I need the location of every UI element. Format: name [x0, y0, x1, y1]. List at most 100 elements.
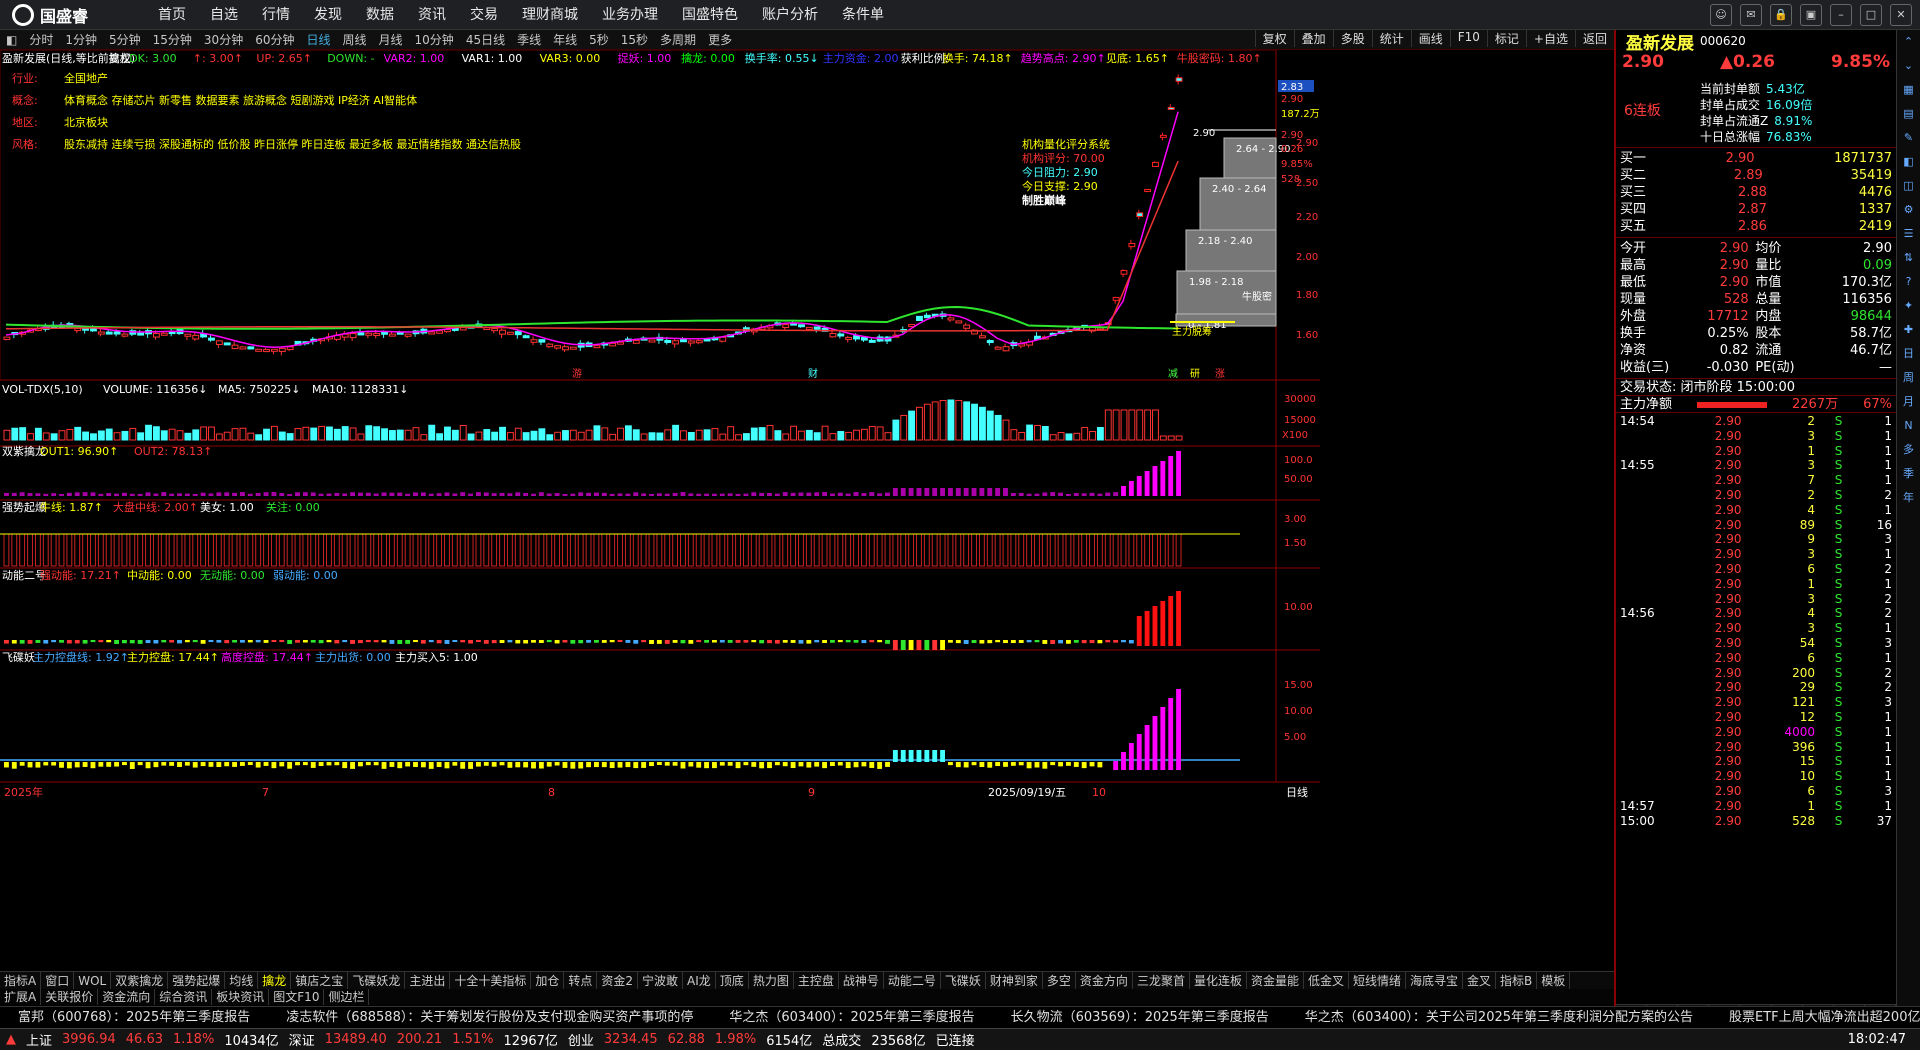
news-item[interactable]: 华之杰（603400）：2025年第三季度报告: [711, 1007, 992, 1028]
order-book-row[interactable]: 买五 2.86 2419: [1616, 218, 1896, 235]
indicator-tab[interactable]: 加仓: [531, 972, 565, 989]
indicator-tab[interactable]: 十全十美指标: [450, 972, 532, 989]
extension-tab[interactable]: 扩展A: [0, 989, 42, 1005]
indicator-tab[interactable]: 指标A: [0, 972, 42, 989]
top-menu-item[interactable]: 国盛特色: [670, 0, 750, 30]
kline-chart-area[interactable]: 盈新发展(日线,等比前复权)擒龙DK: 3.00 ↑: 3.00↑ UP: 2.65…: [0, 50, 1568, 955]
extension-tab[interactable]: 综合资讯: [155, 989, 213, 1005]
order-book-row[interactable]: 买二 2.89 35419: [1616, 167, 1896, 184]
side-icon[interactable]: ▤: [1897, 102, 1920, 126]
top-menu-item[interactable]: 账户分析: [750, 0, 830, 30]
side-icon[interactable]: 周: [1897, 366, 1920, 390]
top-menu-item[interactable]: 条件单: [830, 0, 896, 30]
period-tab[interactable]: 45日线: [460, 31, 511, 48]
period-tab[interactable]: 周线: [337, 31, 373, 48]
indicator-tab[interactable]: 模板: [1537, 972, 1571, 989]
indicator-tab[interactable]: 均线: [225, 972, 259, 989]
top-menu-item[interactable]: 业务办理: [590, 0, 670, 30]
side-icon[interactable]: ◫: [1897, 174, 1920, 198]
chart-tool-button[interactable]: 叠加: [1293, 30, 1333, 47]
extension-tab[interactable]: 资金流向: [98, 989, 156, 1005]
top-menu-item[interactable]: 资讯: [406, 0, 458, 30]
top-menu-item[interactable]: 行情: [250, 0, 302, 30]
side-icon[interactable]: 季: [1897, 462, 1920, 486]
top-menu-item[interactable]: 交易: [458, 0, 510, 30]
indicator-tab[interactable]: 转点: [564, 972, 598, 989]
indicator-tab[interactable]: 量化连板: [1190, 972, 1247, 989]
indicator-tab[interactable]: 镇店之宝: [291, 972, 349, 989]
side-icon[interactable]: ✚: [1897, 318, 1920, 342]
indicator-tab[interactable]: 飞碟妖龙: [348, 972, 406, 989]
indicator-tab[interactable]: 战神号: [839, 972, 884, 989]
indicator-tab[interactable]: 主控盘: [794, 972, 839, 989]
top-menu-item[interactable]: 发现: [302, 0, 354, 30]
extension-tab[interactable]: 板块资讯: [212, 989, 270, 1005]
news-item[interactable]: 凌志软件（688588）：关于筹划发行股份及支付现金购买资产事项的停: [268, 1007, 711, 1028]
indicator-tab[interactable]: 强势起爆: [168, 972, 226, 989]
lock-icon[interactable]: 🔒: [1770, 4, 1792, 26]
indicator-tab[interactable]: 热力图: [749, 972, 794, 989]
indicator-tab[interactable]: 窗口: [41, 972, 75, 989]
chart-tool-button[interactable]: 画线: [1410, 30, 1450, 47]
order-book-row[interactable]: 买一 2.90 1871737: [1616, 150, 1896, 167]
top-menu-item[interactable]: 数据: [354, 0, 406, 30]
side-icon[interactable]: ▦: [1897, 78, 1920, 102]
order-book-row[interactable]: 买三 2.88 4476: [1616, 184, 1896, 201]
side-icon[interactable]: ?: [1897, 270, 1920, 294]
indicator-tab[interactable]: 飞碟妖: [941, 972, 986, 989]
period-tab[interactable]: 1分钟: [59, 31, 103, 48]
news-item[interactable]: 富邦（600768）：2025年第三季度报告: [0, 1007, 268, 1028]
indicator-tab[interactable]: 多空: [1043, 972, 1076, 989]
panel-toggle-icon[interactable]: ◧: [0, 33, 23, 47]
side-icon[interactable]: ☰: [1897, 222, 1920, 246]
news-item[interactable]: 股票ETF上周大幅净流出超200亿，券商ETF、商品ETF均“吸金”: [1711, 1007, 1920, 1028]
indicator-tab[interactable]: 顶底: [716, 972, 749, 989]
period-tab[interactable]: 60分钟: [249, 31, 300, 48]
chart-tool-button[interactable]: 复权: [1254, 30, 1294, 47]
indicator-tab[interactable]: 金叉: [1463, 972, 1497, 989]
app-logo[interactable]: 国盛睿: [12, 3, 132, 27]
side-icon[interactable]: 年: [1897, 486, 1920, 510]
period-tab[interactable]: 年线: [547, 31, 583, 48]
side-icon[interactable]: ◧: [1897, 150, 1920, 174]
period-tab[interactable]: 10分钟: [409, 31, 460, 48]
period-tab[interactable]: 日线: [300, 31, 336, 48]
period-tab[interactable]: 月线: [373, 31, 409, 48]
indicator-tab[interactable]: 资金2: [597, 972, 639, 989]
chart-tool-button[interactable]: 标记: [1486, 30, 1526, 47]
period-tab[interactable]: 30分钟: [198, 31, 249, 48]
period-tab[interactable]: 5秒: [583, 31, 615, 48]
indicator-tab[interactable]: 擒龙: [258, 972, 292, 989]
period-tab[interactable]: 15分钟: [147, 31, 198, 48]
indicator-tab[interactable]: 指标B: [1496, 972, 1538, 989]
period-tab[interactable]: 更多: [702, 31, 738, 48]
chat-icon[interactable]: ☺: [1710, 4, 1732, 26]
side-icon[interactable]: ✎: [1897, 126, 1920, 150]
indicator-tab[interactable]: 海底寻宝: [1406, 972, 1464, 989]
chart-tool-button[interactable]: 多股: [1332, 30, 1372, 47]
period-tab[interactable]: 5分钟: [103, 31, 147, 48]
chart-tool-button[interactable]: F10: [1449, 30, 1487, 47]
indicator-tab[interactable]: 动能二号: [884, 972, 941, 989]
chart-tool-button[interactable]: 返回: [1574, 30, 1614, 47]
top-menu-item[interactable]: 理财商城: [510, 0, 590, 30]
news-item[interactable]: 华之杰（603400）：关于公司2025年第三季度利润分配方案的公告: [1287, 1007, 1711, 1028]
indicator-tab[interactable]: WOL: [74, 972, 112, 989]
side-icon[interactable]: ⇅: [1897, 246, 1920, 270]
indicator-tab[interactable]: 资金量能: [1247, 972, 1304, 989]
period-tab[interactable]: 15秒: [615, 31, 654, 48]
indicator-tab[interactable]: 三龙聚首: [1133, 972, 1190, 989]
indicator-tab[interactable]: AI龙: [683, 972, 716, 989]
tick-list[interactable]: 14:54 2.90 2 S 1 2.90 3 S 1 2.90 1 S 1 14:55 2.90 3 S 1 2.…: [1616, 413, 1896, 828]
indicator-tab[interactable]: 宁波敢: [638, 972, 684, 989]
side-icon[interactable]: 日: [1897, 342, 1920, 366]
chart-tool-button[interactable]: 统计: [1371, 30, 1411, 47]
extension-tab[interactable]: 关联报价: [41, 989, 99, 1005]
period-tab[interactable]: 季线: [511, 31, 547, 48]
indicator-tab[interactable]: 财神到家: [986, 972, 1043, 989]
indicator-tab[interactable]: 主进出: [405, 972, 451, 989]
news-item[interactable]: 长久物流（603569）：2025年第三季度报告: [993, 1007, 1287, 1028]
extension-tab[interactable]: 图文F10: [269, 989, 325, 1005]
order-book-row[interactable]: 买四 2.87 1337: [1616, 201, 1896, 218]
period-tab[interactable]: 分时: [23, 31, 59, 48]
